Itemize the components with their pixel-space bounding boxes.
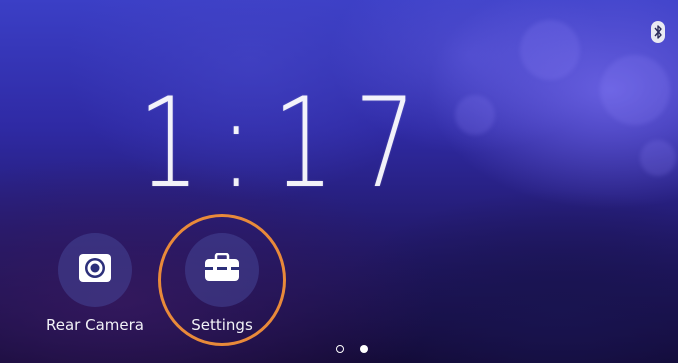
toolbox-icon bbox=[204, 252, 240, 288]
page-indicator bbox=[336, 345, 368, 353]
background-bokeh bbox=[455, 95, 495, 135]
clock-time: 1:17 bbox=[138, 72, 437, 216]
background-bokeh bbox=[520, 20, 580, 80]
settings-app[interactable]: Settings bbox=[152, 233, 292, 334]
page-dot-1[interactable] bbox=[336, 345, 344, 353]
rear-camera-app[interactable]: Rear Camera bbox=[25, 233, 165, 334]
rear-camera-label: Rear Camera bbox=[46, 316, 144, 334]
settings-button[interactable] bbox=[185, 233, 259, 307]
bluetooth-icon bbox=[651, 21, 665, 43]
camera-icon bbox=[78, 253, 112, 288]
background-bokeh bbox=[600, 55, 670, 125]
settings-label: Settings bbox=[191, 316, 253, 334]
rear-camera-button[interactable] bbox=[58, 233, 132, 307]
background-bokeh bbox=[640, 140, 676, 176]
page-dot-2[interactable] bbox=[360, 345, 368, 353]
home-screen: 1:17 Rear Camera Settings bbox=[0, 0, 678, 363]
